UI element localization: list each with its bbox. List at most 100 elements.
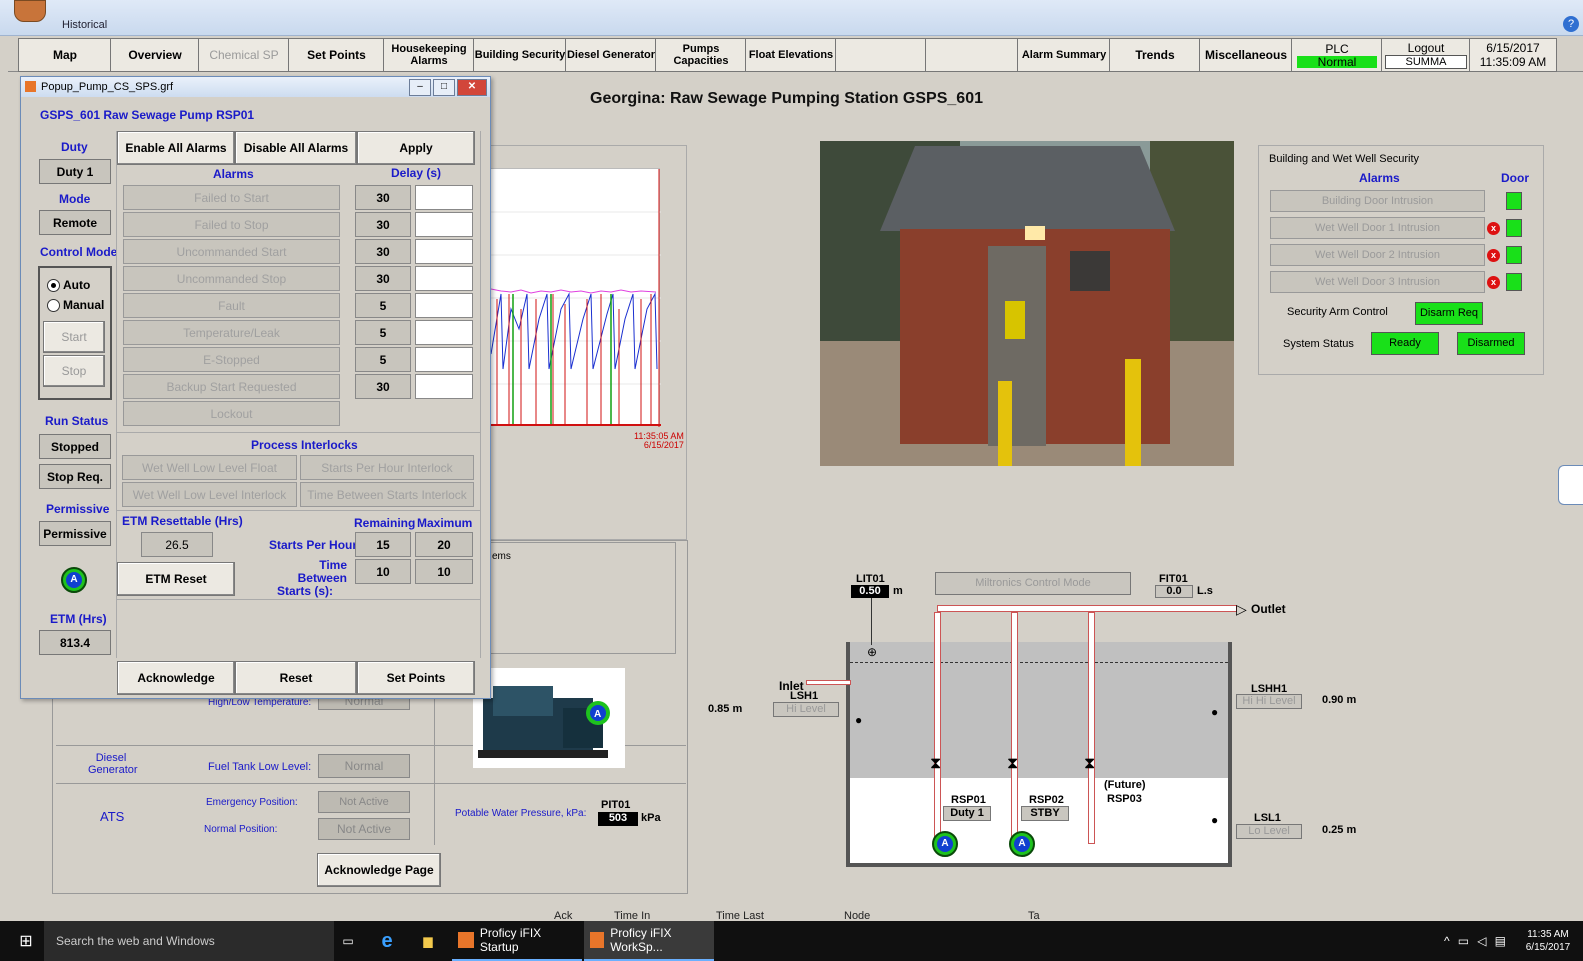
pump-rsp01-icon[interactable]: A <box>932 831 958 857</box>
float-switch-icon: ● <box>1211 705 1219 719</box>
permissive-value: Permissive <box>39 521 111 546</box>
close-icon[interactable]: ✕ <box>457 79 487 96</box>
auto-radio[interactable] <box>47 279 60 292</box>
taskbar-clock[interactable]: 11:35 AM 6/15/2017 <box>1518 921 1578 961</box>
trend-plot <box>490 168 661 427</box>
interlock-starts-per-hour[interactable]: Starts Per Hour Interlock <box>300 455 474 480</box>
reset-button[interactable]: Reset <box>235 661 357 695</box>
enable-all-alarms-button[interactable]: Enable All Alarms <box>117 131 235 165</box>
delay-input[interactable] <box>415 185 473 210</box>
delay-input[interactable] <box>415 374 473 399</box>
nav-miscellaneous[interactable]: Miscellaneous <box>1199 38 1293 72</box>
task-view-icon[interactable]: ▭ <box>338 921 358 961</box>
disarm-request-button[interactable]: Disarm Req <box>1415 302 1483 325</box>
volume-icon[interactable]: ◁ <box>1477 934 1486 948</box>
alarm-row-uncommanded-start[interactable]: Uncommanded Start <box>123 239 340 264</box>
side-tab-icon[interactable] <box>1558 465 1583 505</box>
nav-blank-1[interactable] <box>835 38 927 72</box>
stop-button[interactable]: Stop <box>43 355 105 387</box>
help-icon[interactable]: ? <box>1563 16 1579 32</box>
security-alarms-header: Alarms <box>1359 171 1400 185</box>
nav-overview[interactable]: Overview <box>110 38 200 72</box>
app-logo-icon[interactable] <box>14 0 46 22</box>
alarm-row-uncommanded-stop[interactable]: Uncommanded Stop <box>123 266 340 291</box>
nav-chemical-sp[interactable]: Chemical SP <box>198 38 290 72</box>
delay-header: Delay (s) <box>391 166 442 180</box>
fuel-tank-label: Fuel Tank Low Level: <box>208 761 312 773</box>
fit01-value: 0.0 <box>1155 585 1193 598</box>
nav-set-points[interactable]: Set Points <box>288 38 385 72</box>
minimize-icon[interactable]: – <box>409 79 431 96</box>
alarm-row-fault[interactable]: Fault <box>123 293 340 318</box>
set-points-button[interactable]: Set Points <box>357 661 475 695</box>
delay-input[interactable] <box>415 266 473 291</box>
security-row-wetwell-door-1[interactable]: Wet Well Door 1 Intrusion <box>1270 217 1485 239</box>
taskbar-app-ifix-workspace[interactable]: Proficy iFIX WorkSp... <box>584 921 714 961</box>
nav-trends[interactable]: Trends <box>1109 38 1201 72</box>
pump-letter: A <box>937 836 953 852</box>
pump-rsp02-icon[interactable]: A <box>1009 831 1035 857</box>
logout-user: SUMMA <box>1385 54 1467 69</box>
alarm-x-icon: x <box>1487 249 1500 262</box>
interlock-time-between-starts[interactable]: Time Between Starts Interlock <box>300 482 474 507</box>
nav-diesel-generator[interactable]: Diesel Generator <box>565 38 657 72</box>
interlock-wet-well-low-float[interactable]: Wet Well Low Level Float <box>122 455 297 480</box>
security-row-wetwell-door-3[interactable]: Wet Well Door 3 Intrusion <box>1270 271 1485 293</box>
acknowledge-button[interactable]: Acknowledge <box>117 661 235 695</box>
plc-status-box[interactable]: PLC Normal <box>1291 38 1383 72</box>
file-explorer-icon[interactable]: ▆ <box>418 921 438 961</box>
nav-float-elevations[interactable]: Float Elevations <box>745 38 837 72</box>
station-photo <box>820 141 1234 466</box>
rsp01-duty: Duty 1 <box>943 806 991 821</box>
disable-all-alarms-button[interactable]: Disable All Alarms <box>235 131 357 165</box>
nav-housekeeping-alarms[interactable]: Housekeeping Alarms <box>383 38 475 72</box>
delay-input[interactable] <box>415 212 473 237</box>
door-indicator-wetwell-1 <box>1506 219 1522 237</box>
mode-value: Remote <box>39 210 111 235</box>
outlet-label: Outlet <box>1251 602 1286 616</box>
edge-icon[interactable]: e <box>375 921 399 961</box>
nav-blank-2[interactable] <box>925 38 1019 72</box>
diesel-generator-image: A <box>473 668 625 768</box>
windows-start-icon[interactable]: ⊞ <box>14 921 38 961</box>
popup-app-icon <box>25 81 36 92</box>
ifix-app-icon <box>590 932 605 948</box>
alarm-row-temperature-leak[interactable]: Temperature/Leak <box>123 320 340 345</box>
alarm-row-lockout[interactable]: Lockout <box>123 401 340 426</box>
delay-input[interactable] <box>415 293 473 318</box>
delay-input[interactable] <box>415 347 473 372</box>
acknowledge-page-button[interactable]: Acknowledge Page <box>317 853 441 887</box>
delay-input[interactable] <box>415 320 473 345</box>
ifix-app-icon <box>458 932 474 948</box>
miltronics-control-mode[interactable]: Miltronics Control Mode <box>935 572 1131 595</box>
etm-reset-button[interactable]: ETM Reset <box>117 562 235 596</box>
pump-letter: A <box>1014 836 1030 852</box>
apply-button[interactable]: Apply <box>357 131 475 165</box>
start-button[interactable]: Start <box>43 321 105 353</box>
nav-alarm-summary[interactable]: Alarm Summary <box>1017 38 1111 72</box>
notification-icon[interactable]: ▤ <box>1495 934 1506 948</box>
level-transmitter-icon: ⊕ <box>867 645 878 659</box>
taskbar-search-box[interactable]: Search the web and Windows <box>44 921 334 961</box>
alarm-row-backup-start-requested[interactable]: Backup Start Requested <box>123 374 340 399</box>
high-level-line <box>850 662 1228 663</box>
nav-building-security[interactable]: Building Security <box>473 38 567 72</box>
security-row-wetwell-door-2[interactable]: Wet Well Door 2 Intrusion <box>1270 244 1485 266</box>
system-status-label: System Status <box>1283 338 1354 350</box>
delay-value: 30 <box>355 212 411 237</box>
system-tray[interactable]: ^ ▭ ◁ ▤ <box>1440 921 1510 961</box>
maximize-icon[interactable]: □ <box>433 79 455 96</box>
alarm-row-e-stopped[interactable]: E-Stopped <box>123 347 340 372</box>
nav-pumps-capacities[interactable]: Pumps Capacities <box>655 38 747 72</box>
alarm-row-failed-to-start[interactable]: Failed to Start <box>123 185 340 210</box>
chevron-up-icon[interactable]: ^ <box>1444 934 1450 948</box>
taskbar-app-ifix-startup[interactable]: Proficy iFIX Startup <box>452 921 582 961</box>
nav-map[interactable]: Map <box>18 38 112 72</box>
alarm-row-failed-to-stop[interactable]: Failed to Stop <box>123 212 340 237</box>
delay-input[interactable] <box>415 239 473 264</box>
interlock-wet-well-low-level[interactable]: Wet Well Low Level Interlock <box>122 482 297 507</box>
manual-radio[interactable] <box>47 299 60 312</box>
logout-button[interactable]: Logout SUMMA <box>1381 38 1471 72</box>
network-icon[interactable]: ▭ <box>1458 934 1469 948</box>
security-row-building-door[interactable]: Building Door Intrusion <box>1270 190 1485 212</box>
